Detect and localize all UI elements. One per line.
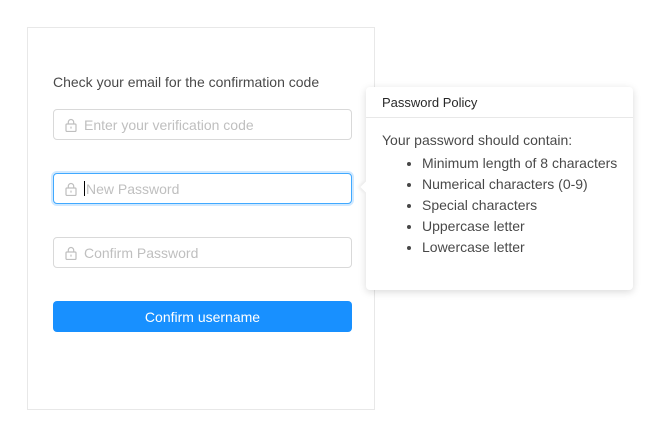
- policy-item: Minimum length of 8 characters: [422, 153, 617, 174]
- password-policy-popover: Password Policy Your password should con…: [360, 87, 633, 290]
- policy-item: Numerical characters (0-9): [422, 174, 617, 195]
- policy-heading: Your password should contain:: [382, 132, 573, 148]
- popover-body: Your password should contain: Minimum le…: [366, 118, 633, 258]
- lock-icon: [65, 246, 77, 260]
- page: Check your email for the confirmation co…: [0, 0, 662, 437]
- confirm-code-form: Check your email for the confirmation co…: [27, 27, 375, 410]
- text-caret: [84, 181, 85, 196]
- policy-list: Minimum length of 8 characters Numerical…: [382, 153, 617, 258]
- policy-item: Lowercase letter: [422, 237, 617, 258]
- verification-code-field[interactable]: [53, 109, 352, 140]
- form-message: Check your email for the confirmation co…: [53, 74, 320, 90]
- policy-item: Uppercase letter: [422, 216, 617, 237]
- confirm-password-field[interactable]: [53, 237, 352, 268]
- policy-item: Special characters: [422, 195, 617, 216]
- lock-icon: [65, 118, 77, 132]
- confirm-password-input[interactable]: [84, 242, 324, 263]
- new-password-input[interactable]: [86, 178, 326, 199]
- lock-icon: [65, 182, 77, 196]
- new-password-field[interactable]: [53, 173, 352, 204]
- popover-title: Password Policy: [366, 87, 633, 118]
- verification-code-input[interactable]: [84, 114, 324, 135]
- confirm-username-button[interactable]: Confirm username: [53, 301, 352, 332]
